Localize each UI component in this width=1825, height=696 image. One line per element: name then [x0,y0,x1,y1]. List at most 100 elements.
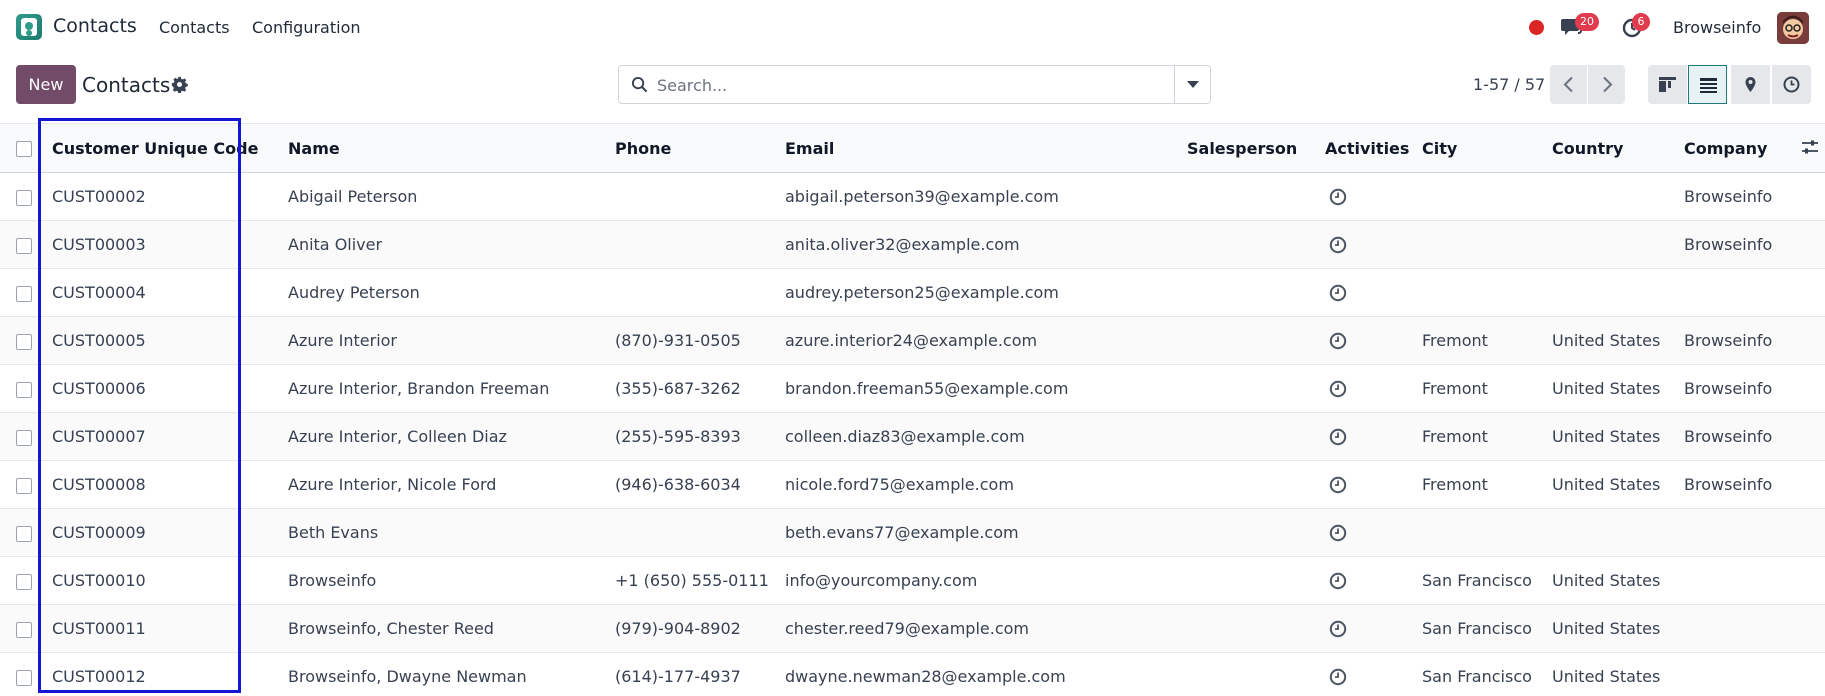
cell-salesperson[interactable] [1187,172,1325,221]
cell-email[interactable]: brandon.freeman55@example.com [785,364,1187,413]
activity-view-button[interactable] [1772,65,1811,104]
cell-country[interactable]: United States [1552,412,1684,461]
cell-city[interactable]: San Francisco [1422,604,1552,653]
cell-email[interactable]: colleen.diaz83@example.com [785,412,1187,461]
menu-contacts[interactable]: Contacts [159,18,230,37]
cell-name[interactable]: Azure Interior [288,316,615,365]
cell-activities[interactable] [1325,268,1422,317]
cell-country[interactable]: United States [1552,604,1684,653]
row-checkbox[interactable] [16,237,32,254]
cell-activities[interactable] [1325,508,1422,557]
cell-code[interactable]: CUST00002 [52,172,288,221]
cell-email[interactable]: anita.oliver32@example.com [785,220,1187,269]
cell-code[interactable]: CUST00006 [52,364,288,413]
cell-phone[interactable]: (946)-638-6034 [615,460,785,509]
cell-email[interactable]: azure.interior24@example.com [785,316,1187,365]
cell-city[interactable]: Fremont [1422,412,1552,461]
pager-value[interactable]: 1-57 / 57 [1473,75,1545,94]
table-row[interactable]: CUST00004 Audrey Peterson audrey.peterson2… [0,268,1825,317]
cell-activities[interactable] [1325,364,1422,413]
activity-clock-icon[interactable] [1329,668,1347,686]
new-button[interactable]: New [16,65,76,104]
cell-company[interactable]: Browseinfo [1684,172,1825,221]
cell-phone[interactable] [615,268,785,317]
cell-email[interactable]: abigail.peterson39@example.com [785,172,1187,221]
company-switcher[interactable]: Browseinfo [1673,18,1761,37]
column-header-email[interactable]: Email [785,123,1187,173]
cell-code[interactable]: CUST00004 [52,268,288,317]
column-header-salesperson[interactable]: Salesperson [1187,123,1325,173]
cell-salesperson[interactable] [1187,652,1325,696]
list-view-button[interactable] [1688,65,1727,104]
cell-phone[interactable]: (255)-595-8393 [615,412,785,461]
cell-country[interactable] [1552,508,1684,557]
pager-next-button[interactable] [1588,65,1625,104]
table-row[interactable]: CUST00009 Beth Evans beth.evans77@example.… [0,508,1825,557]
column-header-name[interactable]: Name [288,123,615,173]
kanban-view-button[interactable] [1648,65,1687,104]
cell-email[interactable]: nicole.ford75@example.com [785,460,1187,509]
cell-name[interactable]: Azure Interior, Nicole Ford [288,460,615,509]
cell-city[interactable]: Fremont [1422,364,1552,413]
cell-city[interactable] [1422,268,1552,317]
cell-salesperson[interactable] [1187,460,1325,509]
cell-name[interactable]: Anita Oliver [288,220,615,269]
cell-email[interactable]: audrey.peterson25@example.com [785,268,1187,317]
column-header-city[interactable]: City [1422,123,1552,173]
activity-clock-icon[interactable] [1329,572,1347,590]
cell-salesperson[interactable] [1187,364,1325,413]
cell-salesperson[interactable] [1187,316,1325,365]
cell-country[interactable] [1552,172,1684,221]
row-checkbox[interactable] [16,525,32,542]
cell-city[interactable] [1422,508,1552,557]
cell-phone[interactable] [615,508,785,557]
contacts-app-icon[interactable] [16,14,42,40]
table-row[interactable]: CUST00006 Azure Interior, Brandon Freeman… [0,364,1825,413]
cell-country[interactable]: United States [1552,460,1684,509]
activity-clock-icon[interactable] [1329,332,1347,350]
cell-activities[interactable] [1325,460,1422,509]
select-all-checkbox[interactable] [16,141,32,157]
cell-code[interactable]: CUST00011 [52,604,288,653]
activity-clock-icon[interactable] [1329,284,1347,302]
gear-icon[interactable] [171,76,188,93]
row-checkbox[interactable] [16,189,32,206]
column-header-phone[interactable]: Phone [615,123,785,173]
cell-phone[interactable]: (870)-931-0505 [615,316,785,365]
menu-configuration[interactable]: Configuration [252,18,361,37]
row-checkbox[interactable] [16,285,32,302]
cell-phone[interactable]: (355)-687-3262 [615,364,785,413]
map-view-button[interactable] [1731,65,1770,104]
optional-columns-icon[interactable] [1801,138,1819,156]
cell-phone[interactable]: (614)-177-4937 [615,652,785,696]
cell-city[interactable]: Fremont [1422,460,1552,509]
cell-country[interactable]: United States [1552,652,1684,696]
cell-code[interactable]: CUST00005 [52,316,288,365]
cell-city[interactable]: San Francisco [1422,652,1552,696]
column-header-activities[interactable]: Activities [1325,123,1422,173]
cell-activities[interactable] [1325,604,1422,653]
cell-company[interactable] [1684,652,1825,696]
cell-email[interactable]: dwayne.newman28@example.com [785,652,1187,696]
activity-clock-icon[interactable] [1329,188,1347,206]
cell-phone[interactable]: +1 (650) 555-0111 [615,556,785,605]
cell-company[interactable]: Browseinfo [1684,316,1825,365]
cell-name[interactable]: Beth Evans [288,508,615,557]
table-row[interactable]: CUST00002 Abigail Peterson abigail.peterso… [0,172,1825,221]
row-checkbox[interactable] [16,381,32,398]
pager-previous-button[interactable] [1550,65,1587,104]
column-header-code[interactable]: Customer Unique Code [52,123,288,173]
cell-city[interactable] [1422,220,1552,269]
cell-email[interactable]: info@yourcompany.com [785,556,1187,605]
cell-country[interactable]: United States [1552,556,1684,605]
activity-clock-icon[interactable] [1329,524,1347,542]
table-row[interactable]: CUST00010 Browseinfo +1 (650) 555-0111 info… [0,556,1825,605]
cell-activities[interactable] [1325,316,1422,365]
cell-company[interactable] [1684,556,1825,605]
table-row[interactable]: CUST00007 Azure Interior, Colleen Diaz (25… [0,412,1825,461]
cell-city[interactable] [1422,172,1552,221]
cell-code[interactable]: CUST00008 [52,460,288,509]
cell-phone[interactable]: (979)-904-8902 [615,604,785,653]
cell-salesperson[interactable] [1187,268,1325,317]
cell-name[interactable]: Browseinfo [288,556,615,605]
